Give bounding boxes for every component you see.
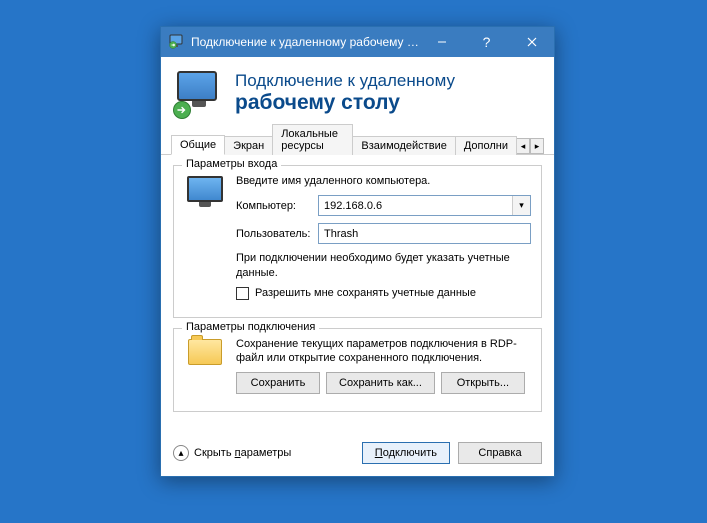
tabs-scroll-right[interactable]: ▸: [530, 138, 544, 154]
tab-display[interactable]: Экран: [224, 136, 273, 155]
app-icon: [169, 34, 185, 50]
save-credentials-label: Разрешить мне сохранять учетные данные: [255, 287, 476, 299]
tab-local-resources[interactable]: Локальные ресурсы: [272, 124, 353, 155]
header-title-line2: рабочему столу: [235, 91, 455, 115]
close-button[interactable]: [509, 27, 554, 57]
username-input[interactable]: [318, 223, 531, 244]
header-title-line1: Подключение к удаленному: [235, 71, 455, 91]
connection-settings-group: Параметры подключения Сохранение текущих…: [173, 328, 542, 413]
dialog-footer: ▴ Скрыть параметры Подключить Справка: [161, 434, 554, 476]
connect-button[interactable]: Подключить: [362, 442, 450, 464]
computer-combobox[interactable]: ▾: [318, 195, 531, 216]
chevron-up-icon: ▴: [173, 445, 189, 461]
tab-advanced[interactable]: Дополни: [455, 136, 517, 155]
tabs-scroll-left[interactable]: ◂: [516, 138, 530, 154]
connection-desc: Сохранение текущих параметров подключени…: [236, 337, 531, 366]
minimize-button[interactable]: [419, 27, 464, 57]
titlebar: Подключение к удаленному рабочему с... ?: [161, 27, 554, 57]
hide-options-toggle[interactable]: ▴ Скрыть параметры: [173, 445, 291, 461]
credentials-note: При подключении необходимо будет указать…: [236, 251, 531, 280]
dialog-header: Подключение к удаленному рабочему столу: [161, 57, 554, 133]
open-button[interactable]: Открыть...: [441, 372, 525, 394]
tabs-bar: Общие Экран Локальные ресурсы Взаимодейс…: [161, 133, 554, 155]
computer-label: Компьютер:: [236, 200, 312, 212]
rdp-header-icon: [177, 71, 221, 115]
login-settings-group: Параметры входа Введите имя удаленного к…: [173, 165, 542, 318]
connection-settings-legend: Параметры подключения: [182, 321, 319, 333]
save-credentials-checkbox[interactable]: [236, 287, 249, 300]
hide-options-label: Скрыть параметры: [194, 447, 291, 459]
save-as-button[interactable]: Сохранить как...: [326, 372, 435, 394]
help-button[interactable]: Справка: [458, 442, 542, 464]
window-title: Подключение к удаленному рабочему с...: [191, 35, 419, 49]
save-button[interactable]: Сохранить: [236, 372, 320, 394]
help-titlebar-button[interactable]: ?: [464, 27, 509, 57]
user-label: Пользователь:: [236, 228, 312, 240]
login-settings-legend: Параметры входа: [182, 158, 281, 170]
computer-icon: [184, 174, 226, 307]
folder-icon: [184, 337, 226, 402]
chevron-down-icon[interactable]: ▾: [512, 196, 530, 215]
login-hint: Введите имя удаленного компьютера.: [236, 174, 531, 188]
tab-general[interactable]: Общие: [171, 135, 225, 155]
tab-experience[interactable]: Взаимодействие: [352, 136, 455, 155]
computer-input[interactable]: [319, 196, 512, 215]
rdp-dialog-window: Подключение к удаленному рабочему с... ?…: [160, 26, 555, 477]
